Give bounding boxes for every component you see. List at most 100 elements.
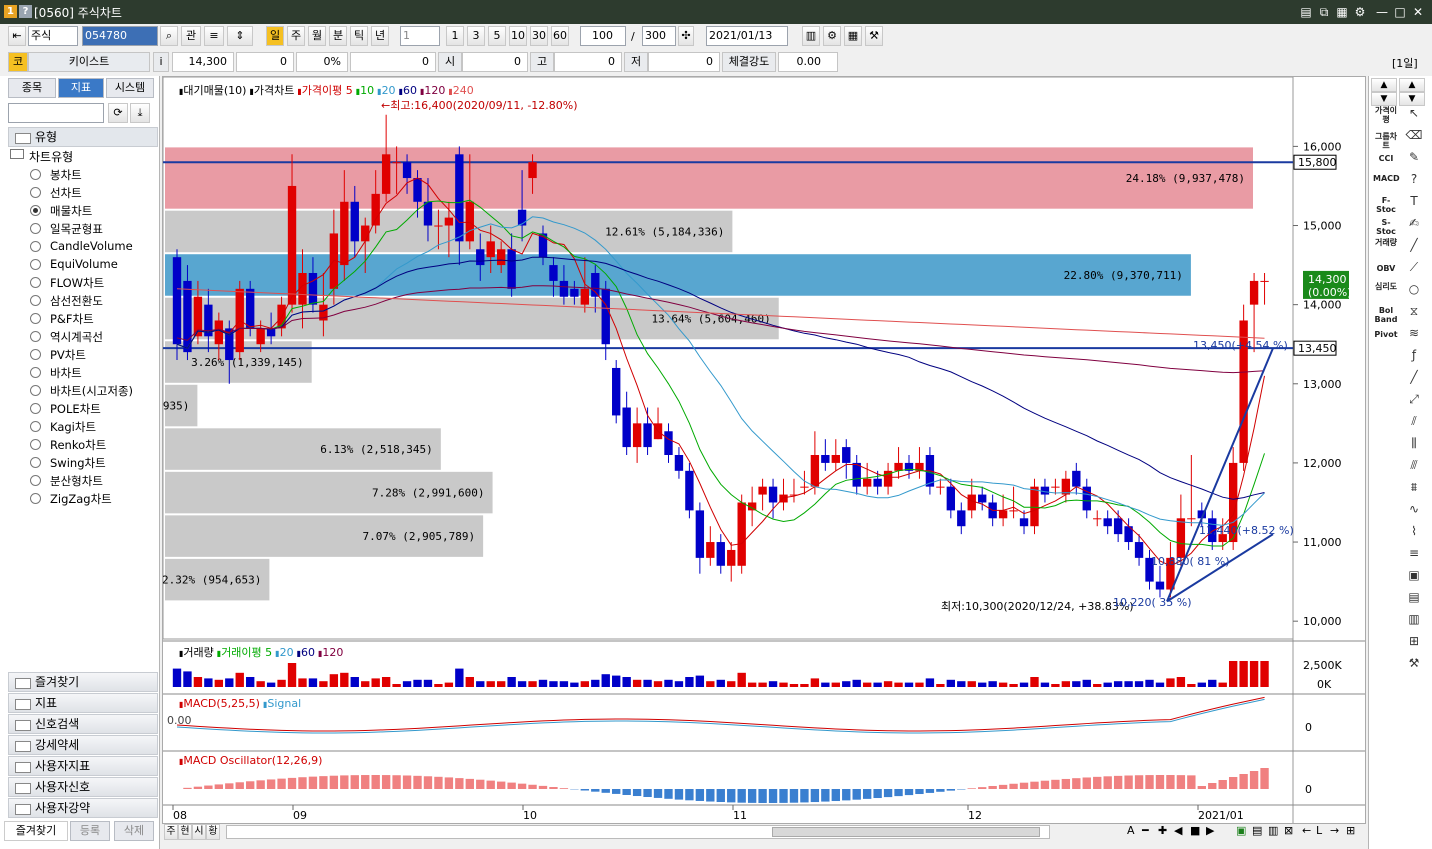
radio-15[interactable] [30,437,44,451]
radio-3[interactable] [30,221,44,235]
period-week[interactable]: 주 [287,26,305,46]
quick-10[interactable]: 10 [509,26,527,46]
move-right-icon[interactable]: → [1330,824,1339,837]
chart-type-group[interactable]: 차트유형 [29,148,73,165]
folder-0[interactable]: 즐겨찾기 [8,672,158,692]
wave-icon[interactable]: ∿ [1403,502,1425,520]
radio-circle[interactable] [30,475,41,486]
right-indicator-2[interactable]: CCI [1373,154,1399,163]
window-icon[interactable]: ▣ [1403,568,1425,586]
zoom-a-icon[interactable]: A [1127,824,1135,837]
fib-icon[interactable]: ƒ [1403,348,1425,366]
chart-type-8[interactable]: P&F차트 [50,311,94,327]
scroll-right-icon[interactable]: ▶ [1206,824,1214,837]
radio-circle[interactable] [30,439,41,450]
radio-circle[interactable] [30,403,41,414]
cursor-icon[interactable]: ↖ [1403,106,1425,124]
diag-icon[interactable]: ╱ [1403,370,1425,388]
radio-circle[interactable] [30,493,41,504]
pen-icon[interactable]: ✎ [1403,150,1425,168]
chart-type-1[interactable]: 선차트 [50,185,82,201]
scroll-down-icon[interactable]: ▼ [1399,92,1425,106]
folder-2[interactable]: 신호검색 [8,714,158,734]
right-indicator-5[interactable]: S-Stoc [1373,218,1399,236]
quick-3[interactable]: 3 [467,26,485,46]
folder-4[interactable]: 사용자지표 [8,756,158,776]
pitch-icon[interactable]: ⩩ [1403,480,1425,498]
bottom-tab-3[interactable]: 황 [206,824,220,840]
search-icon[interactable]: ⌕ [160,26,178,46]
chart-area[interactable]: 24.18% (9,937,478) 12.61% (5,184,336) 22.8… [90,76,1366,824]
print-icon[interactable]: ▦ [844,26,862,46]
chart-type-10[interactable]: PV차트 [50,347,86,363]
scroll-up-icon[interactable]: ▲ [1399,78,1425,92]
chart-type-18[interactable]: ZigZag차트 [50,491,112,507]
radio-1[interactable] [30,185,44,199]
excel-icon[interactable]: ▣ [1236,824,1246,837]
radio-circle[interactable] [30,421,41,432]
chart-type-14[interactable]: Kagi차트 [50,419,96,435]
period-toggle[interactable]: 관 [181,26,201,46]
zoom-out-icon[interactable]: ━ [1142,824,1149,837]
radio-9[interactable] [30,329,44,343]
save-image-icon[interactable]: ▤ [1252,824,1262,837]
radio-circle[interactable] [30,331,41,342]
line-icon[interactable]: ╱ [1403,238,1425,256]
radio-0[interactable] [30,167,44,181]
count-input[interactable]: 100 [580,26,626,46]
radio-4[interactable] [30,239,44,253]
right-indicator-10[interactable]: Pivot [1373,330,1399,339]
quick-1[interactable]: 1 [446,26,464,46]
chart-type-17[interactable]: 분산형차트 [50,473,103,489]
maximize-icon[interactable]: □ [1391,3,1409,21]
bottom-tab-0[interactable]: 주 [164,824,178,840]
right-indicator-6[interactable]: 거래량 [1373,238,1399,247]
bottom-tab-favorites[interactable]: 즐겨찾기 [4,821,68,841]
chart-type-2[interactable]: 매물차트 [50,203,92,219]
chart-type-15[interactable]: Renko차트 [50,437,106,453]
radio-10[interactable] [30,347,44,361]
bottom-tab-register[interactable]: 등록 [70,821,110,841]
radio-7[interactable] [30,293,44,307]
fit-icon[interactable]: ⊞ [1346,824,1355,837]
settings-icon[interactable]: ⚙ [823,26,841,46]
help-badge[interactable]: ? [19,5,32,18]
grid-icon[interactable]: ⫼ [1403,436,1425,454]
scroll-thumb[interactable] [772,827,1040,837]
quick-5[interactable]: 5 [488,26,506,46]
radio-circle[interactable] [30,223,41,234]
radio-circle[interactable] [30,187,41,198]
book-icon[interactable]: ▥ [1403,612,1425,630]
sync-icon[interactable]: ≡ [204,26,224,46]
total-input[interactable]: 300 [642,26,676,46]
refresh-icon[interactable]: ⟳ [108,103,128,123]
radio-circle[interactable] [30,313,41,324]
bottom-tab-delete[interactable]: 삭제 [114,821,154,841]
chart-type-4[interactable]: CandleVolume [50,239,133,253]
right-indicator-3[interactable]: MACD [1373,174,1400,183]
zoom-in-icon[interactable]: ✚ [1158,824,1167,837]
scroll-up-icon[interactable]: ▲ [1371,78,1397,92]
auto-icon[interactable]: ≡ [1403,546,1425,564]
table-icon[interactable]: ⊞ [1403,634,1425,652]
radio-13[interactable] [30,401,44,415]
bottom-tab-2[interactable]: 시 [192,824,206,840]
radio-8[interactable] [30,311,44,325]
chart-type-11[interactable]: 바차트 [50,365,82,381]
chart-type-3[interactable]: 일목균형표 [50,221,103,237]
radio-14[interactable] [30,419,44,433]
chart-type-5[interactable]: EquiVolume [50,257,118,271]
close-icon[interactable]: ✕ [1409,3,1427,21]
folder-5[interactable]: 사용자신호 [8,777,158,797]
print-small-icon[interactable]: ▥ [1268,824,1278,837]
chart-type-13[interactable]: POLE차트 [50,401,101,417]
right-indicator-7[interactable]: OBV [1373,264,1399,273]
move-left-icon[interactable]: ← [1302,824,1311,837]
help-icon[interactable]: ? [1403,172,1425,190]
radio-circle[interactable] [30,169,41,180]
chart-type-12[interactable]: 바차트(시고저종) [50,383,133,399]
right-indicator-8[interactable]: 심리도 [1373,282,1399,291]
folder-3[interactable]: 강세약세 [8,735,158,755]
radio-2[interactable] [30,203,44,217]
link-icon[interactable]: ⧉ [1315,3,1333,21]
